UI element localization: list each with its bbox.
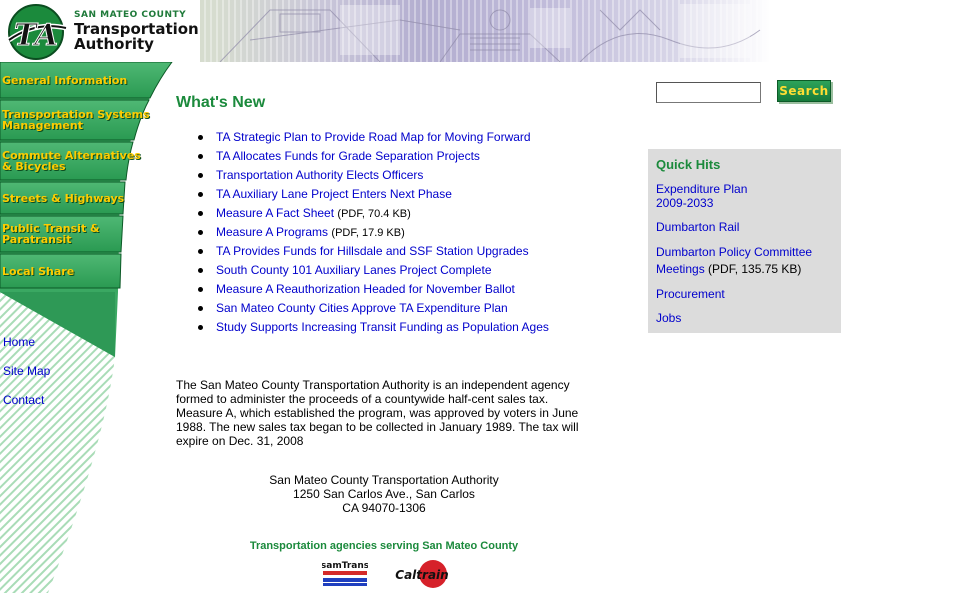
- nav-label: Local Share: [2, 264, 75, 278]
- county-text: SAN MATEO COUNTY: [74, 10, 187, 20]
- link-line[interactable]: Dumbarton Policy Committee: [656, 244, 812, 261]
- expenditure-plan-link[interactable]: Expenditure Plan 2009-2033: [656, 182, 747, 210]
- about-paragraph: The San Mateo County Transportation Auth…: [176, 378, 579, 448]
- mailing-address: San Mateo County Transportation Authorit…: [176, 473, 592, 515]
- svg-text:Caltrain: Caltrain: [395, 568, 448, 582]
- site-logo[interactable]: TA SAN MATEO COUNTY Transportation Autho…: [0, 0, 200, 62]
- caltrain-logo[interactable]: Caltrain: [395, 558, 449, 590]
- banner-photo-collage: [219, 4, 761, 62]
- site-header: TA SAN MATEO COUNTY Transportation Autho…: [0, 0, 959, 62]
- news-link[interactable]: San Mateo County Cities Approve TA Expen…: [216, 301, 508, 315]
- nav-label: Streets & Highways: [2, 191, 125, 205]
- home-link[interactable]: Home: [3, 335, 35, 349]
- news-link[interactable]: TA Allocates Funds for Grade Separation …: [216, 149, 480, 163]
- nav-label-line2: Management: [2, 119, 83, 132]
- address-line: San Mateo County Transportation Authorit…: [269, 473, 499, 487]
- quick-hits-title: Quick Hits: [656, 157, 721, 172]
- svg-text:samTrans: samTrans: [322, 561, 368, 571]
- nav-commute-alternatives[interactable]: Commute Alternatives & Bicycles: [0, 142, 170, 180]
- news-link[interactable]: South County 101 Auxiliary Lanes Project…: [216, 263, 492, 277]
- news-link[interactable]: Measure A Programs (PDF, 17.9 KB): [216, 225, 405, 239]
- address-line: CA 94070-1306: [342, 501, 426, 515]
- news-link[interactable]: TA Strategic Plan to Provide Road Map fo…: [216, 130, 531, 144]
- search-button[interactable]: Search: [777, 80, 831, 102]
- link-line[interactable]: 2009-2033: [656, 196, 747, 210]
- search-input[interactable]: [656, 82, 761, 103]
- news-link-text[interactable]: Measure A Fact Sheet: [216, 206, 334, 220]
- nav-transportation-systems-management[interactable]: Transportation Systems Management: [0, 100, 170, 140]
- news-link[interactable]: Measure A Fact Sheet (PDF, 70.4 KB): [216, 206, 411, 220]
- link-line[interactable]: Meetings: [656, 262, 705, 276]
- jobs-link[interactable]: Jobs: [656, 311, 681, 325]
- nav-streets-highways[interactable]: Streets & Highways: [0, 182, 170, 214]
- svg-text:TA: TA: [14, 18, 58, 53]
- news-link[interactable]: TA Provides Funds for Hillsdale and SSF …: [216, 244, 529, 258]
- left-sidebar: General Information Transportation Syste…: [0, 62, 175, 593]
- link-line[interactable]: Expenditure Plan: [656, 182, 747, 196]
- nav-public-transit[interactable]: Public Transit & Paratransit: [0, 216, 170, 252]
- file-size-note: (PDF, 135.75 KB): [708, 262, 802, 276]
- file-size-note: (PDF, 17.9 KB): [331, 227, 405, 239]
- file-size-note: (PDF, 70.4 KB): [337, 208, 411, 220]
- quick-hits-panel: Quick Hits Expenditure Plan 2009-2033 Du…: [648, 149, 841, 333]
- nav-local-share[interactable]: Local Share: [0, 254, 170, 288]
- nav-label-line2: Paratransit: [2, 233, 72, 246]
- news-link[interactable]: TA Auxiliary Lane Project Enters Next Ph…: [216, 187, 452, 201]
- agencies-heading: Transportation agencies serving San Mate…: [249, 540, 519, 552]
- news-link[interactable]: Transportation Authority Elects Officers: [216, 168, 423, 182]
- dumbarton-policy-committee-link[interactable]: Dumbarton Policy Committee Meetings (PDF…: [656, 244, 812, 278]
- samtrans-logo[interactable]: samTrans: [322, 559, 368, 589]
- ta-logo-icon: TA: [7, 4, 67, 60]
- nav-general-information[interactable]: General Information: [0, 62, 170, 98]
- agency-name-line2: Authority: [74, 35, 154, 53]
- dumbarton-rail-link[interactable]: Dumbarton Rail: [656, 220, 739, 234]
- news-link[interactable]: Study Supports Increasing Transit Fundin…: [216, 320, 549, 334]
- news-link[interactable]: Measure A Reauthorization Headed for Nov…: [216, 282, 515, 296]
- news-link-text[interactable]: Measure A Programs: [216, 225, 328, 239]
- procurement-link[interactable]: Procurement: [656, 287, 725, 301]
- page-title: What's New: [176, 94, 266, 111]
- contact-link[interactable]: Contact: [3, 393, 44, 407]
- address-line: 1250 San Carlos Ave., San Carlos: [293, 487, 475, 501]
- nav-label-line2: & Bicycles: [2, 160, 66, 173]
- site-map-link[interactable]: Site Map: [3, 364, 50, 378]
- nav-label: General Information: [2, 73, 128, 87]
